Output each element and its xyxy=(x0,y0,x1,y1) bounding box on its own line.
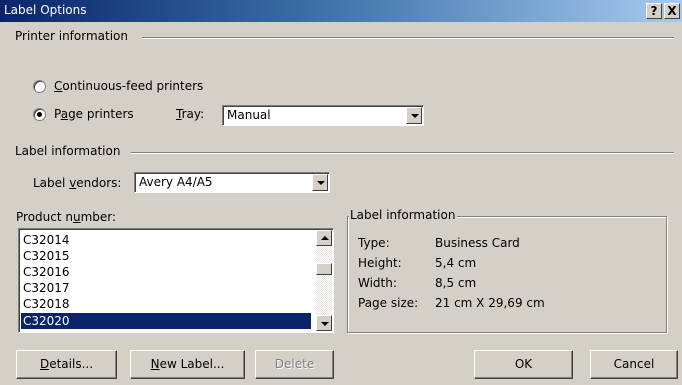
tray-label: Tray: xyxy=(176,107,205,121)
title-bar[interactable]: Label Options ? X xyxy=(0,0,682,22)
scroll-thumb[interactable] xyxy=(316,263,332,275)
printer-information-heading: Printer information xyxy=(15,29,128,43)
close-button[interactable]: X xyxy=(664,3,680,19)
ok-button[interactable]: OK xyxy=(474,350,573,379)
width-key: Width: xyxy=(358,276,397,290)
list-item-selected[interactable]: C32020 xyxy=(21,313,311,329)
page-printers-label[interactable]: Page printers xyxy=(54,107,134,121)
chevron-down-icon xyxy=(411,114,419,118)
delete-button[interactable]: Delete xyxy=(255,350,334,379)
chevron-down-icon xyxy=(321,322,329,326)
tray-select[interactable]: Manual xyxy=(222,105,424,126)
list-item[interactable]: C32014 xyxy=(21,232,311,248)
list-item[interactable]: C32015 xyxy=(21,248,311,264)
chevron-up-icon xyxy=(321,236,329,240)
label-information-heading: Label information xyxy=(15,144,121,158)
label-details-frame xyxy=(347,216,667,333)
cancel-button[interactable]: Cancel xyxy=(590,350,678,379)
label-details-heading: Label information xyxy=(349,208,458,222)
label-information-divider xyxy=(131,152,674,154)
height-value: 5,4 cm xyxy=(435,256,477,270)
page-printers-radio[interactable] xyxy=(33,108,46,121)
new-label-button[interactable]: New Label... xyxy=(130,350,245,379)
window-title: Label Options xyxy=(4,3,87,17)
product-number-label: Product number: xyxy=(16,210,117,224)
type-key: Type: xyxy=(358,236,390,250)
scroll-up-button[interactable] xyxy=(316,230,332,246)
page-size-key: Page size: xyxy=(358,296,419,310)
tray-value: Manual xyxy=(227,108,271,122)
height-key: Height: xyxy=(358,256,402,270)
details-button[interactable]: Details... xyxy=(16,350,117,379)
width-value: 8,5 cm xyxy=(435,276,477,290)
label-vendors-label: Label vendors: xyxy=(33,176,122,190)
printer-information-divider xyxy=(142,37,674,39)
help-button[interactable]: ? xyxy=(646,3,662,19)
radio-selected-dot xyxy=(37,112,42,117)
type-value: Business Card xyxy=(435,236,520,250)
scroll-down-button[interactable] xyxy=(316,315,332,331)
label-vendors-dropdown-button[interactable] xyxy=(312,174,328,191)
list-scrollbar[interactable] xyxy=(316,230,332,331)
page-size-value: 21 cm X 29,69 cm xyxy=(435,296,545,310)
list-item[interactable]: C32017 xyxy=(21,280,311,296)
label-vendors-value: Avery A4/A5 xyxy=(139,175,213,189)
label-vendors-select[interactable]: Avery A4/A5 xyxy=(134,172,330,193)
continuous-feed-radio[interactable] xyxy=(33,80,46,93)
continuous-feed-label[interactable]: Continuous-feed printers xyxy=(54,79,203,93)
list-item[interactable]: C32018 xyxy=(21,296,311,312)
product-number-list[interactable]: C32014 C32015 C32016 C32017 C32018 C3202… xyxy=(18,228,334,333)
list-item[interactable]: C32016 xyxy=(21,264,311,280)
tray-dropdown-button[interactable] xyxy=(406,107,422,124)
chevron-down-icon xyxy=(317,181,325,185)
